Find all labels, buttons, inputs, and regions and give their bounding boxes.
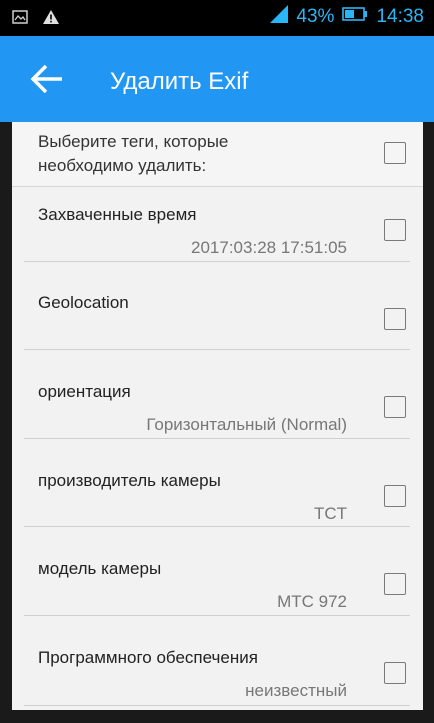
row-divider (24, 705, 410, 706)
clock: 14:38 (376, 6, 424, 27)
dialog-header: Выберите теги, которые необходимо удалит… (12, 122, 423, 186)
instruction-text: Выберите теги, которые необходимо удалит… (38, 132, 229, 175)
item-label: Захваченные время (38, 205, 197, 224)
signal-icon (270, 5, 289, 29)
select-all-checkbox[interactable] (384, 142, 406, 164)
item-checkbox[interactable] (384, 219, 406, 241)
app-bar: Удалить Exif (0, 36, 434, 122)
list-item-camera-maker: производитель камеры TCT (12, 439, 423, 527)
list-item-camera-model: модель камеры MTC 972 (12, 527, 423, 616)
item-label: Geolocation (38, 293, 129, 312)
list-item-software: Программного обеспечения неизвестный (12, 616, 423, 710)
item-value: 2017:03:28 17:51:05 (191, 238, 347, 257)
battery-icon (342, 6, 368, 28)
page-title: Удалить Exif (110, 68, 249, 95)
delete-exif-dialog: Выберите теги, которые необходимо удалит… (12, 122, 423, 710)
item-label: производитель камеры (38, 471, 221, 490)
item-value: Горизонтальный (Normal) (146, 415, 347, 434)
list-item-orientation: ориентация Горизонтальный (Normal) (12, 350, 423, 439)
item-checkbox[interactable] (384, 485, 406, 507)
item-label: ориентация (38, 382, 131, 401)
item-label: Программного обеспечения (38, 648, 258, 667)
warning-icon (42, 9, 60, 30)
status-bar: 43% 14:38 (0, 0, 434, 36)
battery-percent: 43% (296, 6, 335, 27)
list-item-geolocation: Geolocation (12, 262, 423, 350)
item-label: модель камеры (38, 559, 162, 578)
item-checkbox[interactable] (384, 308, 406, 330)
back-arrow-icon[interactable] (30, 64, 64, 94)
item-value: TCT (313, 504, 347, 523)
item-checkbox[interactable] (384, 396, 406, 418)
item-value: неизвестный (245, 681, 347, 700)
item-value: MTC 972 (277, 592, 347, 611)
bottom-edge (0, 710, 434, 723)
item-checkbox[interactable] (384, 662, 406, 684)
gallery-icon (12, 10, 28, 29)
list-item-capture-time: Захваченные время 2017:03:28 17:51:05 (12, 187, 423, 263)
item-checkbox[interactable] (384, 573, 406, 595)
